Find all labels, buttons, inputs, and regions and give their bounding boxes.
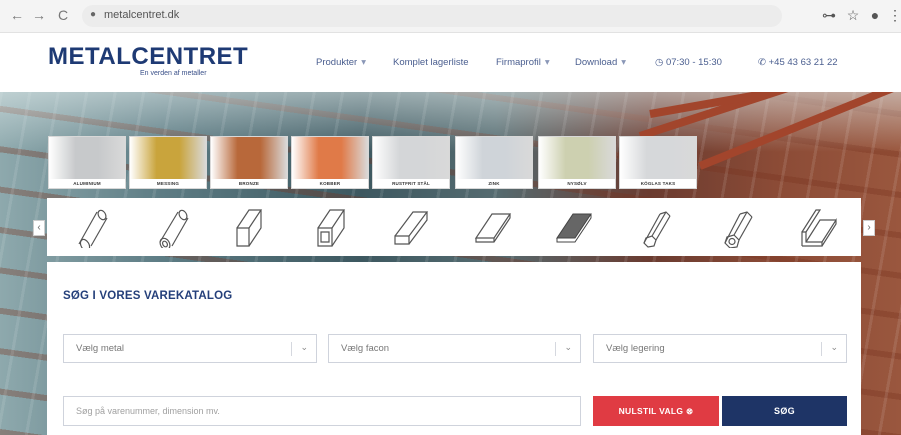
metal-swatch-color <box>49 137 125 179</box>
metal-label: BRONZE <box>238 181 260 186</box>
browser-toolbar: ← → C ● metalcentret.dk ⊶ ☆ ● ⋮ <box>0 0 901 33</box>
metal-swatch-color <box>130 137 206 179</box>
hex-bar-icon <box>643 211 671 248</box>
select-value: Vælg facon <box>341 343 390 354</box>
back-icon[interactable]: ← <box>8 6 26 24</box>
metal-label: KOBBER <box>319 181 341 186</box>
select-divider <box>291 342 292 356</box>
metal-koeglas-taks[interactable]: KÖGLAS TAKS <box>619 136 697 189</box>
nav-produkter[interactable]: Produkter ▾ <box>316 57 366 68</box>
key-icon[interactable]: ⊶ <box>820 6 838 24</box>
carousel-next-arrow[interactable]: › <box>863 220 875 236</box>
logo[interactable]: METALCENTRET <box>48 43 248 71</box>
metal-swatch-color <box>211 137 287 179</box>
round-tube-icon <box>159 209 189 248</box>
clock-icon: ◷ <box>655 57 664 68</box>
site-header: METALCENTRET En verden af metaller Produ… <box>0 33 901 92</box>
sheet-plate-icon <box>474 213 512 243</box>
reset-selection-button[interactable]: NULSTIL VALG ⊗ <box>593 396 719 426</box>
catalog-search-panel: SØG I VORES VAREKATALOG Vælg metal ⌄ Væl… <box>47 262 861 435</box>
shape-mesh-plate[interactable] <box>533 198 614 256</box>
metal-label: KÖGLAS TAKS <box>640 181 676 186</box>
menu-icon[interactable]: ⋮ <box>886 6 901 24</box>
shape-round-tube[interactable] <box>128 198 209 256</box>
nav-label: Produkter <box>316 57 358 68</box>
round-bar-icon <box>78 209 108 248</box>
nav-label: Download <box>575 57 618 68</box>
select-value: Vælg metal <box>76 343 125 354</box>
search-button[interactable]: SØG <box>722 396 847 426</box>
chevron-down-icon: ⌄ <box>564 342 572 352</box>
metal-swatch-color <box>292 137 368 179</box>
phone-icon: ✆ <box>758 57 766 68</box>
metal-nysoelv[interactable]: NYSØLV <box>538 136 616 189</box>
chevron-down-icon: ⌄ <box>830 342 838 352</box>
metal-swatch-color <box>620 137 696 179</box>
metal-bronze[interactable]: BRONZE <box>210 136 288 189</box>
logo-tagline: En verden af metaller <box>140 70 207 77</box>
phone-link[interactable]: ✆ +45 43 63 21 22 <box>758 57 838 68</box>
address-bar[interactable]: ● metalcentret.dk <box>82 5 782 27</box>
shape-sheet-plate[interactable] <box>452 198 533 256</box>
select-divider <box>555 342 556 356</box>
chevron-down-icon: ▾ <box>621 57 627 68</box>
metal-swatch-color <box>539 137 615 179</box>
select-divider <box>821 342 822 356</box>
chevron-down-icon: ▾ <box>544 57 550 68</box>
metal-select[interactable]: Vælg metal ⌄ <box>63 334 317 363</box>
metal-label: ALUMINIUM <box>73 181 101 186</box>
shape-select[interactable]: Vælg facon ⌄ <box>328 334 581 363</box>
phone-text: +45 43 63 21 22 <box>768 57 838 68</box>
metal-swatch-color <box>456 137 532 179</box>
metal-label: RUSTFRIT STÅL <box>392 181 430 186</box>
metal-swatch-color <box>373 137 449 179</box>
nav-firmaprofil[interactable]: Firmaprofil ▾ <box>496 57 550 68</box>
square-tube-icon <box>317 209 346 247</box>
nav-download[interactable]: Download ▾ <box>575 57 626 68</box>
metal-label: MESSING <box>156 181 180 186</box>
search-heading: SØG I VORES VAREKATALOG <box>63 290 233 302</box>
alloy-select[interactable]: Vælg legering ⌄ <box>593 334 847 363</box>
chevron-down-icon: ⌄ <box>300 342 308 352</box>
metal-kobber[interactable]: KOBBER <box>291 136 369 189</box>
carousel-prev-arrow[interactable]: ‹ <box>33 220 45 236</box>
shape-square-tube[interactable] <box>290 198 371 256</box>
hours-text: 07:30 - 15:30 <box>665 57 722 68</box>
url-text: metalcentret.dk <box>104 9 180 21</box>
shape-flat-bar[interactable] <box>371 198 452 256</box>
metal-messing[interactable]: MESSING <box>129 136 207 189</box>
chevron-down-icon: ▾ <box>361 57 366 68</box>
lock-icon: ● <box>90 9 97 20</box>
select-value: Vælg legering <box>606 343 665 354</box>
metal-rustfrit-staal[interactable]: RUSTFRIT STÅL <box>372 136 450 189</box>
search-input[interactable] <box>63 396 581 426</box>
hero-section: ALUMINIUM MESSING BRONZE KOBBER RUSTFRIT… <box>0 92 901 435</box>
nav-label: Firmaprofil <box>496 57 541 68</box>
mesh-plate-icon <box>556 213 592 243</box>
flat-bar-icon <box>394 211 429 245</box>
metal-label: ZINK <box>488 181 500 186</box>
opening-hours: ◷ 07:30 - 15:30 <box>655 57 722 68</box>
shape-round-bar[interactable] <box>47 198 128 256</box>
shape-hex-bar[interactable] <box>614 198 695 256</box>
shape-hex-tube[interactable] <box>695 198 776 256</box>
metal-zink[interactable]: ZINK <box>455 136 533 189</box>
forward-icon[interactable]: → <box>30 6 48 24</box>
square-bar-icon <box>236 209 263 247</box>
nav-komplet-lagerliste[interactable]: Komplet lagerliste <box>393 57 469 68</box>
metal-aluminium[interactable]: ALUMINIUM <box>48 136 126 189</box>
shape-angle-profile[interactable] <box>776 198 857 256</box>
account-icon[interactable]: ● <box>866 6 884 24</box>
star-icon[interactable]: ☆ <box>844 6 862 24</box>
shape-carousel <box>47 198 861 256</box>
angle-profile-icon <box>801 209 837 247</box>
shape-square-bar[interactable] <box>209 198 290 256</box>
metal-label: NYSØLV <box>567 181 587 186</box>
reload-icon[interactable]: C <box>54 6 72 24</box>
nav-label: Komplet lagerliste <box>393 57 469 68</box>
hex-tube-icon <box>724 211 753 248</box>
